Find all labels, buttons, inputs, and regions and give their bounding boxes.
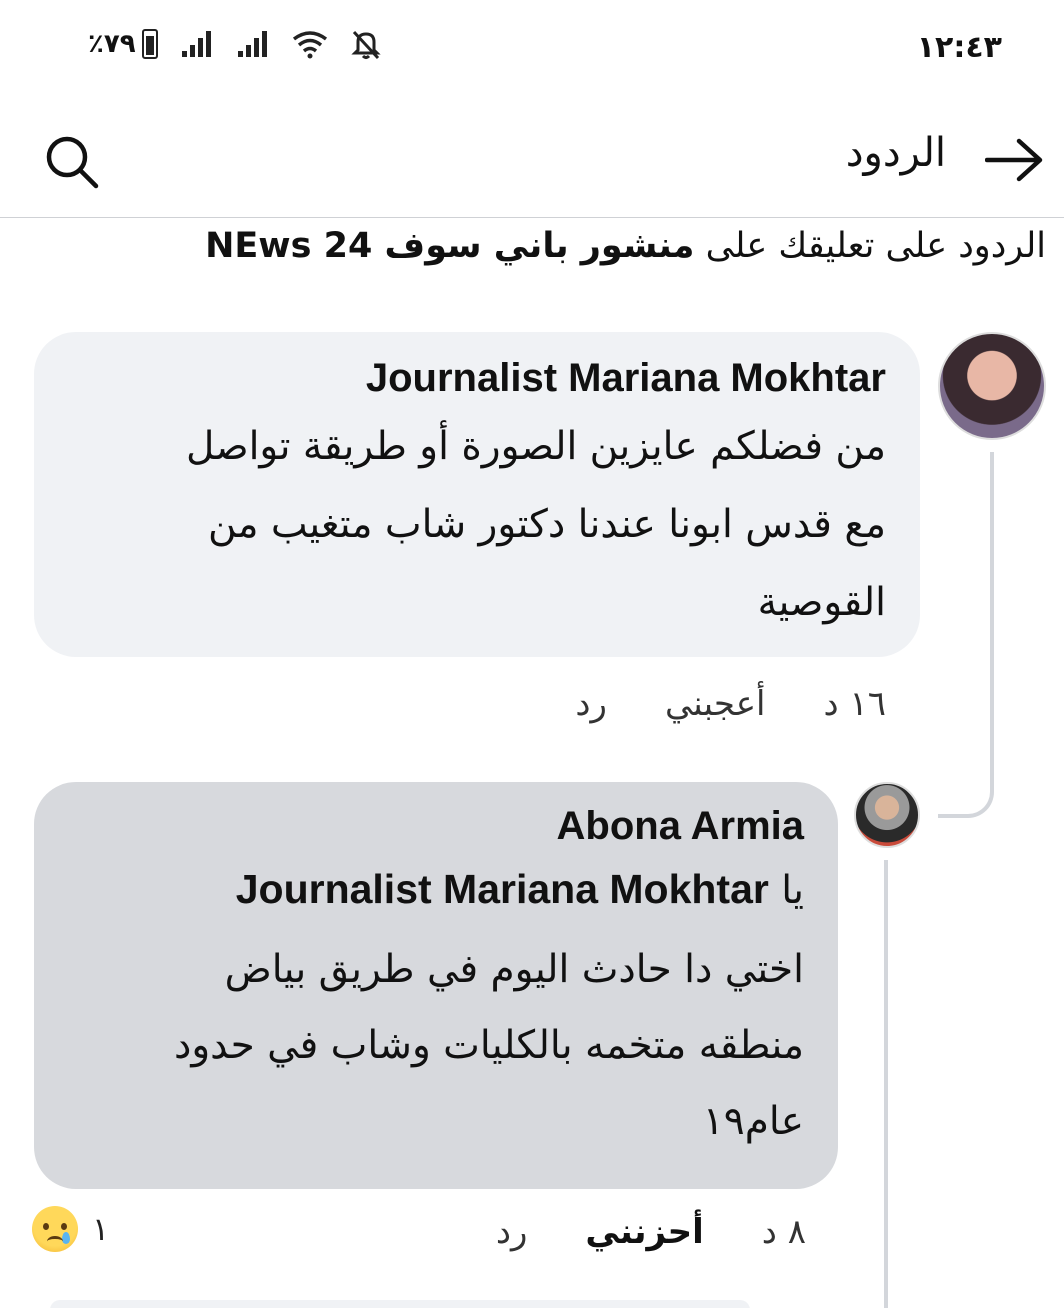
context-prefix: الردود على تعليقك على bbox=[694, 226, 1046, 266]
sad-emoji-icon bbox=[32, 1206, 78, 1252]
reaction-summary[interactable]: ١ bbox=[32, 1206, 109, 1252]
wifi-icon bbox=[292, 31, 327, 59]
battery-percent: ٪٧٩ bbox=[88, 29, 136, 59]
status-time: ١٢:٤٣ bbox=[916, 30, 1002, 65]
tear-drop bbox=[62, 1232, 70, 1244]
thread-connector bbox=[938, 452, 994, 818]
comment-bubble[interactable]: Abona Armia يا Journalist Mariana Mokhta… bbox=[34, 782, 838, 1189]
reaction-count: ١ bbox=[92, 1210, 110, 1248]
comment-actions: ١٦ د أعجبني رد bbox=[575, 684, 886, 724]
comment-actions: ٨ د أحزنني رد bbox=[496, 1212, 806, 1252]
avatar[interactable] bbox=[854, 782, 920, 848]
reply-button[interactable]: رد bbox=[496, 1212, 528, 1252]
mute-icon bbox=[351, 30, 381, 60]
signal-icon bbox=[237, 31, 267, 57]
signal-icon bbox=[181, 31, 211, 57]
comment-line: عام١٩ bbox=[702, 1099, 804, 1144]
comment-author[interactable]: Abona Armia bbox=[68, 802, 804, 850]
comment-line: القوصية bbox=[757, 580, 886, 625]
comment-text: من فضلكم عايزين الصورة أو طريقة تواصل مع… bbox=[68, 408, 886, 642]
page-title: الردود bbox=[845, 130, 946, 176]
comment-time: ١٦ د bbox=[823, 684, 886, 724]
comment-time: ٨ د bbox=[761, 1212, 806, 1252]
status-bar: ٪٧٩ ١٢:٤٣ bbox=[0, 0, 1064, 100]
post-link[interactable]: منشور باني سوف NEws 24 bbox=[205, 226, 694, 266]
mention-line: يا Journalist Mariana Mokhtar bbox=[68, 854, 804, 926]
back-button[interactable] bbox=[982, 128, 1046, 192]
mention-link[interactable]: Journalist Mariana Mokhtar bbox=[236, 866, 769, 912]
search-button[interactable] bbox=[40, 130, 104, 194]
like-button[interactable]: أعجبني bbox=[665, 684, 766, 724]
comment-line: اختي دا حادث اليوم في طريق بياض bbox=[224, 947, 804, 992]
comment-line: منطقه متخمه بالكليات وشاب في حدود bbox=[173, 1023, 804, 1068]
comment-bubble[interactable]: Journalist Mariana Mokhtar من فضلكم عايز… bbox=[34, 332, 920, 657]
mention-prefix: يا bbox=[781, 868, 804, 913]
thread-connector bbox=[884, 860, 888, 1308]
arrow-right-icon bbox=[985, 138, 1043, 182]
avatar[interactable] bbox=[938, 332, 1046, 440]
battery-icon bbox=[141, 29, 158, 59]
app-bar: الردود bbox=[0, 100, 1064, 218]
status-icons: ٪٧٩ bbox=[88, 28, 382, 60]
reply-button[interactable]: رد bbox=[575, 684, 607, 724]
sad-reaction-button[interactable]: أحزنني bbox=[585, 1212, 703, 1252]
search-icon bbox=[46, 136, 99, 189]
comment-author[interactable]: Journalist Mariana Mokhtar bbox=[68, 354, 886, 402]
comment-bubble-partial bbox=[50, 1300, 750, 1308]
comment-line: مع قدس ابونا عندنا دكتور شاب متغيب من bbox=[207, 502, 886, 547]
comment-line: من فضلكم عايزين الصورة أو طريقة تواصل bbox=[185, 424, 886, 469]
replies-context: الردود على تعليقك على منشور باني سوف NEw… bbox=[205, 226, 1046, 266]
comment-text: اختي دا حادث اليوم في طريق بياض منطقه مت… bbox=[68, 932, 804, 1160]
